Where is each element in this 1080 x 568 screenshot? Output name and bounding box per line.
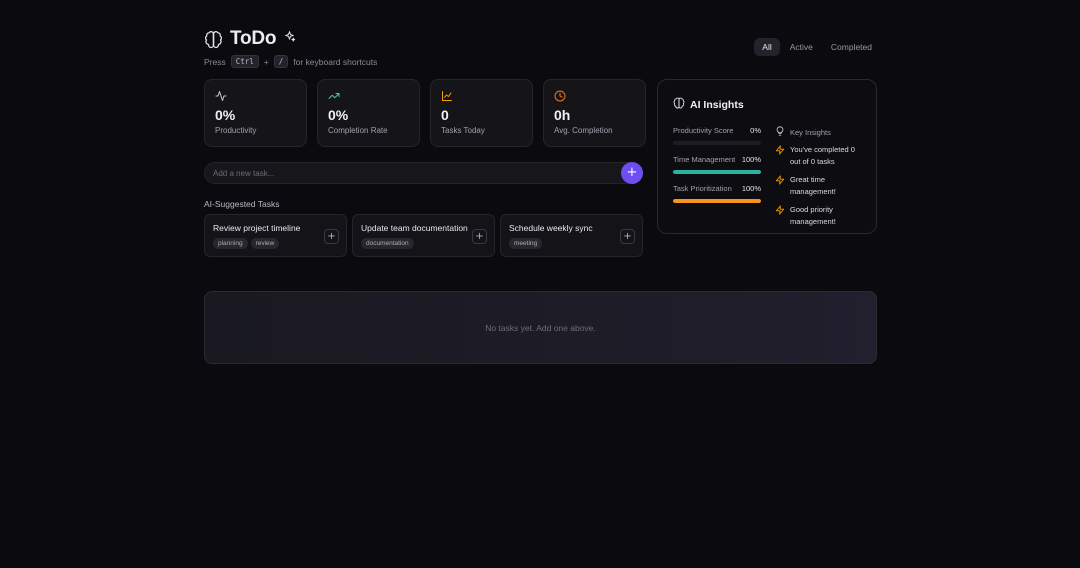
app-title: ToDo <box>230 28 277 49</box>
hint-press: Press <box>204 56 226 67</box>
tag-list: meeting <box>509 238 634 249</box>
hint-plus: + <box>263 56 269 67</box>
tag: meeting <box>509 238 543 249</box>
kbd-slash: / <box>273 55 289 68</box>
metric-bar <box>673 170 761 174</box>
filter-tabs: All Active Completed <box>754 38 880 56</box>
hint-text: for keyboard shortcuts <box>293 56 378 67</box>
suggested-task-title: Schedule weekly sync <box>509 223 593 233</box>
tag: review <box>250 238 280 249</box>
insight-item: Good priority management! <box>775 204 861 228</box>
filter-active[interactable]: Active <box>782 38 821 56</box>
shortcut-hint: Press Ctrl + / for keyboard shortcuts <box>204 55 377 68</box>
suggested-task-title: Update team documentation <box>361 223 468 233</box>
app-header: ToDo Press Ctrl + / for keyboard shortcu… <box>204 28 377 68</box>
key-insights-header: Key Insights <box>775 126 861 138</box>
tag-list: documentation <box>361 238 486 249</box>
zap-icon <box>775 204 785 228</box>
metric-bar <box>673 199 761 203</box>
stat-card-avg-completion: 0h Avg. Completion <box>543 79 646 147</box>
suggested-task-card: Schedule weekly sync meeting + <box>500 214 643 257</box>
suggested-task-card: Review project timeline planning review … <box>204 214 347 257</box>
ai-insights-panel: AI Insights Productivity Score 0% Time M… <box>657 79 877 234</box>
zap-icon <box>775 144 785 168</box>
sparkles-icon <box>283 30 296 48</box>
add-task-row: + <box>204 162 643 184</box>
filter-all[interactable]: All <box>754 38 780 56</box>
suggested-task-title: Review project timeline <box>213 223 301 233</box>
insight-item: Great time management! <box>775 174 861 198</box>
stat-label: Productivity <box>215 126 257 135</box>
suggested-task-card: Update team documentation documentation … <box>352 214 495 257</box>
insight-text: You've completed 0 out of 0 tasks <box>790 145 855 166</box>
metrics-list: Productivity Score 0% Time Management 10… <box>673 126 761 228</box>
metric-task-prioritization: Task Prioritization 100% <box>673 184 761 203</box>
stat-label: Tasks Today <box>441 126 485 135</box>
stat-value: 0h <box>554 107 571 123</box>
metric-time-management: Time Management 100% <box>673 155 761 174</box>
stat-card-tasks-today: 0 Tasks Today <box>430 79 533 147</box>
insights-header: AI Insights <box>673 96 861 114</box>
add-suggestion-button[interactable]: + <box>472 229 487 244</box>
metric-value: 100% <box>741 155 761 164</box>
kbd-ctrl: Ctrl <box>230 55 259 68</box>
trending-up-icon <box>328 90 409 102</box>
line-chart-icon <box>441 90 522 102</box>
metric-label: Productivity Score <box>673 126 734 135</box>
metric-value: 0% <box>750 126 761 135</box>
metric-value: 100% <box>741 184 761 193</box>
key-insights: Key Insights You've completed 0 out of 0… <box>775 126 861 228</box>
tag-list: planning review <box>213 238 338 249</box>
metric-bar-fill <box>673 199 761 203</box>
metric-label: Task Prioritization <box>673 184 732 193</box>
stat-value: 0% <box>215 107 236 123</box>
stats-row: 0% Productivity 0% Completion Rate 0 Tas… <box>204 79 646 147</box>
activity-icon <box>215 90 296 102</box>
clock-icon <box>554 90 635 102</box>
filter-completed[interactable]: Completed <box>823 38 880 56</box>
title-row: ToDo <box>204 28 377 50</box>
tag: documentation <box>361 238 414 249</box>
brain-icon <box>673 96 685 114</box>
add-suggestion-button[interactable]: + <box>620 229 635 244</box>
task-list-empty-state: No tasks yet. Add one above. <box>204 291 877 364</box>
lightbulb-icon <box>775 126 785 138</box>
insights-body: Productivity Score 0% Time Management 10… <box>673 126 861 228</box>
brain-icon <box>204 30 223 49</box>
metric-label: Time Management <box>673 155 736 164</box>
insight-item: You've completed 0 out of 0 tasks <box>775 144 861 168</box>
stat-value: 0% <box>328 107 349 123</box>
stat-label: Completion Rate <box>328 126 388 135</box>
zap-icon <box>775 174 785 198</box>
metric-bar <box>673 141 761 145</box>
empty-message: No tasks yet. Add one above. <box>485 322 596 333</box>
stat-value: 0 <box>441 107 449 123</box>
tag: planning <box>213 238 248 249</box>
metric-productivity-score: Productivity Score 0% <box>673 126 761 145</box>
add-task-button[interactable]: + <box>621 162 643 184</box>
suggestions-heading: AI-Suggested Tasks <box>204 199 280 209</box>
insight-text: Good priority management! <box>790 205 836 226</box>
insight-text: Great time management! <box>790 175 836 196</box>
stat-card-completion-rate: 0% Completion Rate <box>317 79 420 147</box>
new-task-input[interactable] <box>204 162 643 184</box>
stat-label: Avg. Completion <box>554 126 613 135</box>
key-insights-title: Key Insights <box>790 127 831 137</box>
suggestions-list: Review project timeline planning review … <box>204 214 643 257</box>
stat-card-productivity: 0% Productivity <box>204 79 307 147</box>
metric-bar-fill <box>673 170 761 174</box>
add-suggestion-button[interactable]: + <box>324 229 339 244</box>
insights-title: AI Insights <box>690 99 744 111</box>
